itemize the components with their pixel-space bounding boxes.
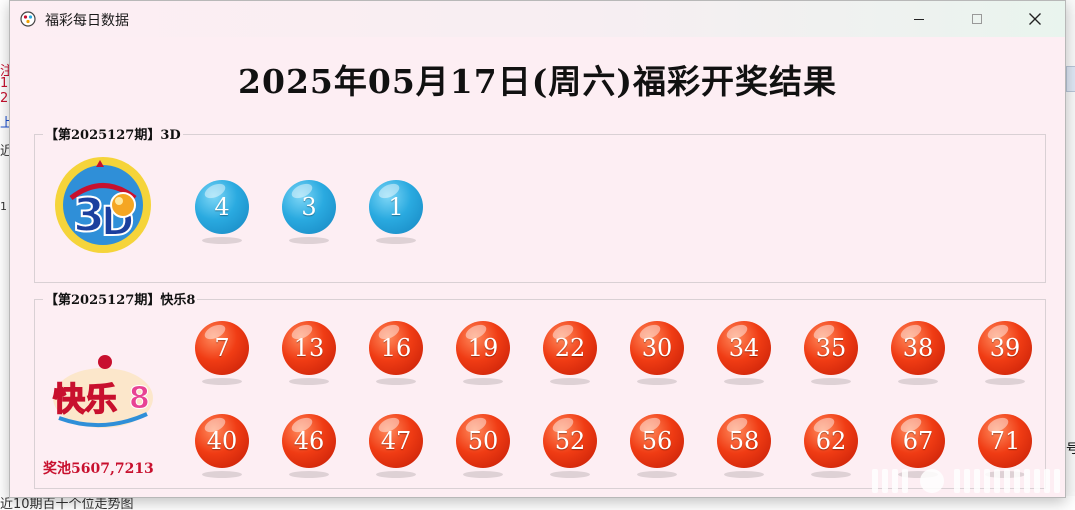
number-ball: 4 bbox=[195, 180, 249, 244]
svg-text:8: 8 bbox=[129, 381, 150, 416]
number-ball: 34 bbox=[717, 321, 771, 385]
number-ball: 56 bbox=[630, 414, 684, 478]
number-ball: 71 bbox=[978, 414, 1032, 478]
3d-logo-icon: 3 D bbox=[55, 157, 151, 253]
number-ball: 22 bbox=[543, 321, 597, 385]
number-ball: 3 bbox=[282, 180, 336, 244]
background-chart-title: 近10期百十个位走势图 bbox=[0, 497, 134, 510]
title-bar[interactable]: 福彩每日数据 bbox=[10, 1, 1065, 37]
number-ball: 19 bbox=[456, 321, 510, 385]
close-button[interactable] bbox=[1006, 1, 1064, 37]
svg-text:快乐: 快乐 bbox=[53, 380, 117, 418]
group-kuaile8-legend: 【第2025127期】快乐8 bbox=[43, 289, 198, 308]
minimize-button[interactable] bbox=[890, 1, 948, 37]
number-ball: 46 bbox=[282, 414, 336, 478]
number-ball: 58 bbox=[717, 414, 771, 478]
prize-pool: 奖池5607,7213 bbox=[43, 461, 154, 477]
window-title: 福彩每日数据 bbox=[45, 13, 129, 29]
group-kuaile8: 【第2025127期】快乐8 快乐 8 奖池5607,7213 7 13 16 … bbox=[34, 289, 1046, 489]
maximize-button[interactable] bbox=[948, 1, 1006, 37]
number-ball: 38 bbox=[891, 321, 945, 385]
page-title: 2025年05月17日(周六)福彩开奖结果 bbox=[238, 62, 837, 101]
number-ball: 7 bbox=[195, 321, 249, 385]
group-3d: 【第2025127期】3D 3 D 4 3 1 bbox=[34, 124, 1046, 283]
app-icon bbox=[20, 11, 36, 27]
number-ball: 47 bbox=[369, 414, 423, 478]
number-ball: 16 bbox=[369, 321, 423, 385]
lottery-window: 福彩每日数据 2025年05月17日(周六)福彩开奖结果 【第2025127期】… bbox=[9, 0, 1066, 498]
number-ball: 13 bbox=[282, 321, 336, 385]
number-ball: 35 bbox=[804, 321, 858, 385]
group-3d-legend: 【第2025127期】3D bbox=[43, 124, 183, 143]
number-ball: 30 bbox=[630, 321, 684, 385]
number-ball: 62 bbox=[804, 414, 858, 478]
background-text: 1 bbox=[0, 200, 7, 213]
number-ball: 52 bbox=[543, 414, 597, 478]
close-icon bbox=[1029, 13, 1041, 25]
number-ball: 39 bbox=[978, 321, 1032, 385]
number-ball: 1 bbox=[369, 180, 423, 244]
minimize-icon bbox=[914, 19, 924, 20]
background-text: 号 bbox=[1066, 442, 1075, 457]
maximize-icon bbox=[972, 14, 982, 24]
number-ball: 40 bbox=[195, 414, 249, 478]
background-button[interactable] bbox=[1066, 66, 1075, 92]
watermark-icon bbox=[872, 469, 1060, 493]
number-ball: 67 bbox=[891, 414, 945, 478]
background-window-right: 号 bbox=[1066, 0, 1075, 510]
kuaile8-logo-icon: 快乐 8 bbox=[52, 355, 153, 428]
number-ball: 50 bbox=[456, 414, 510, 478]
